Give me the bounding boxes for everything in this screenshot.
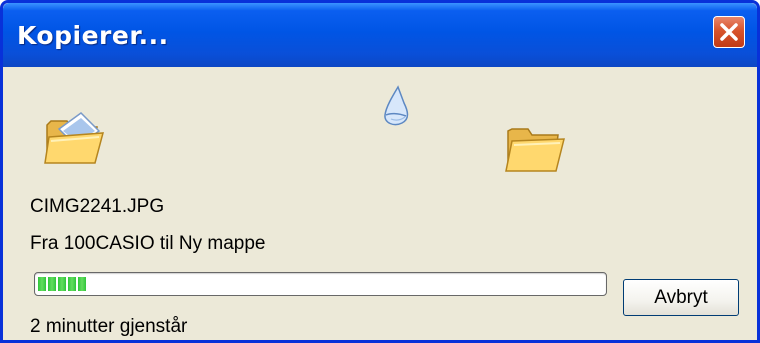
file-name-label: CIMG2241.JPG [30,196,165,217]
progress-fill [38,277,88,291]
cancel-button[interactable]: Avbryt [623,279,739,316]
dialog-body: CIMG2241.JPG Fra 100CASIO til Ny mappe A… [3,67,757,340]
title-bar[interactable]: Kopierer... [3,3,757,67]
copy-progress-bar [34,272,607,296]
open-folder-with-file-icon [44,112,104,164]
flying-document-icon [384,85,409,126]
time-remaining-label: 2 minutter gjenstår [30,316,188,337]
close-button[interactable] [713,16,745,48]
copy-dialog: Kopierer... CIMG2241.JPG Fra 100CASIO ti… [0,0,760,343]
open-folder-icon [505,128,565,172]
dialog-title: Kopierer... [17,21,169,50]
source-destination-label: Fra 100CASIO til Ny mappe [30,233,266,254]
close-icon [720,23,738,41]
